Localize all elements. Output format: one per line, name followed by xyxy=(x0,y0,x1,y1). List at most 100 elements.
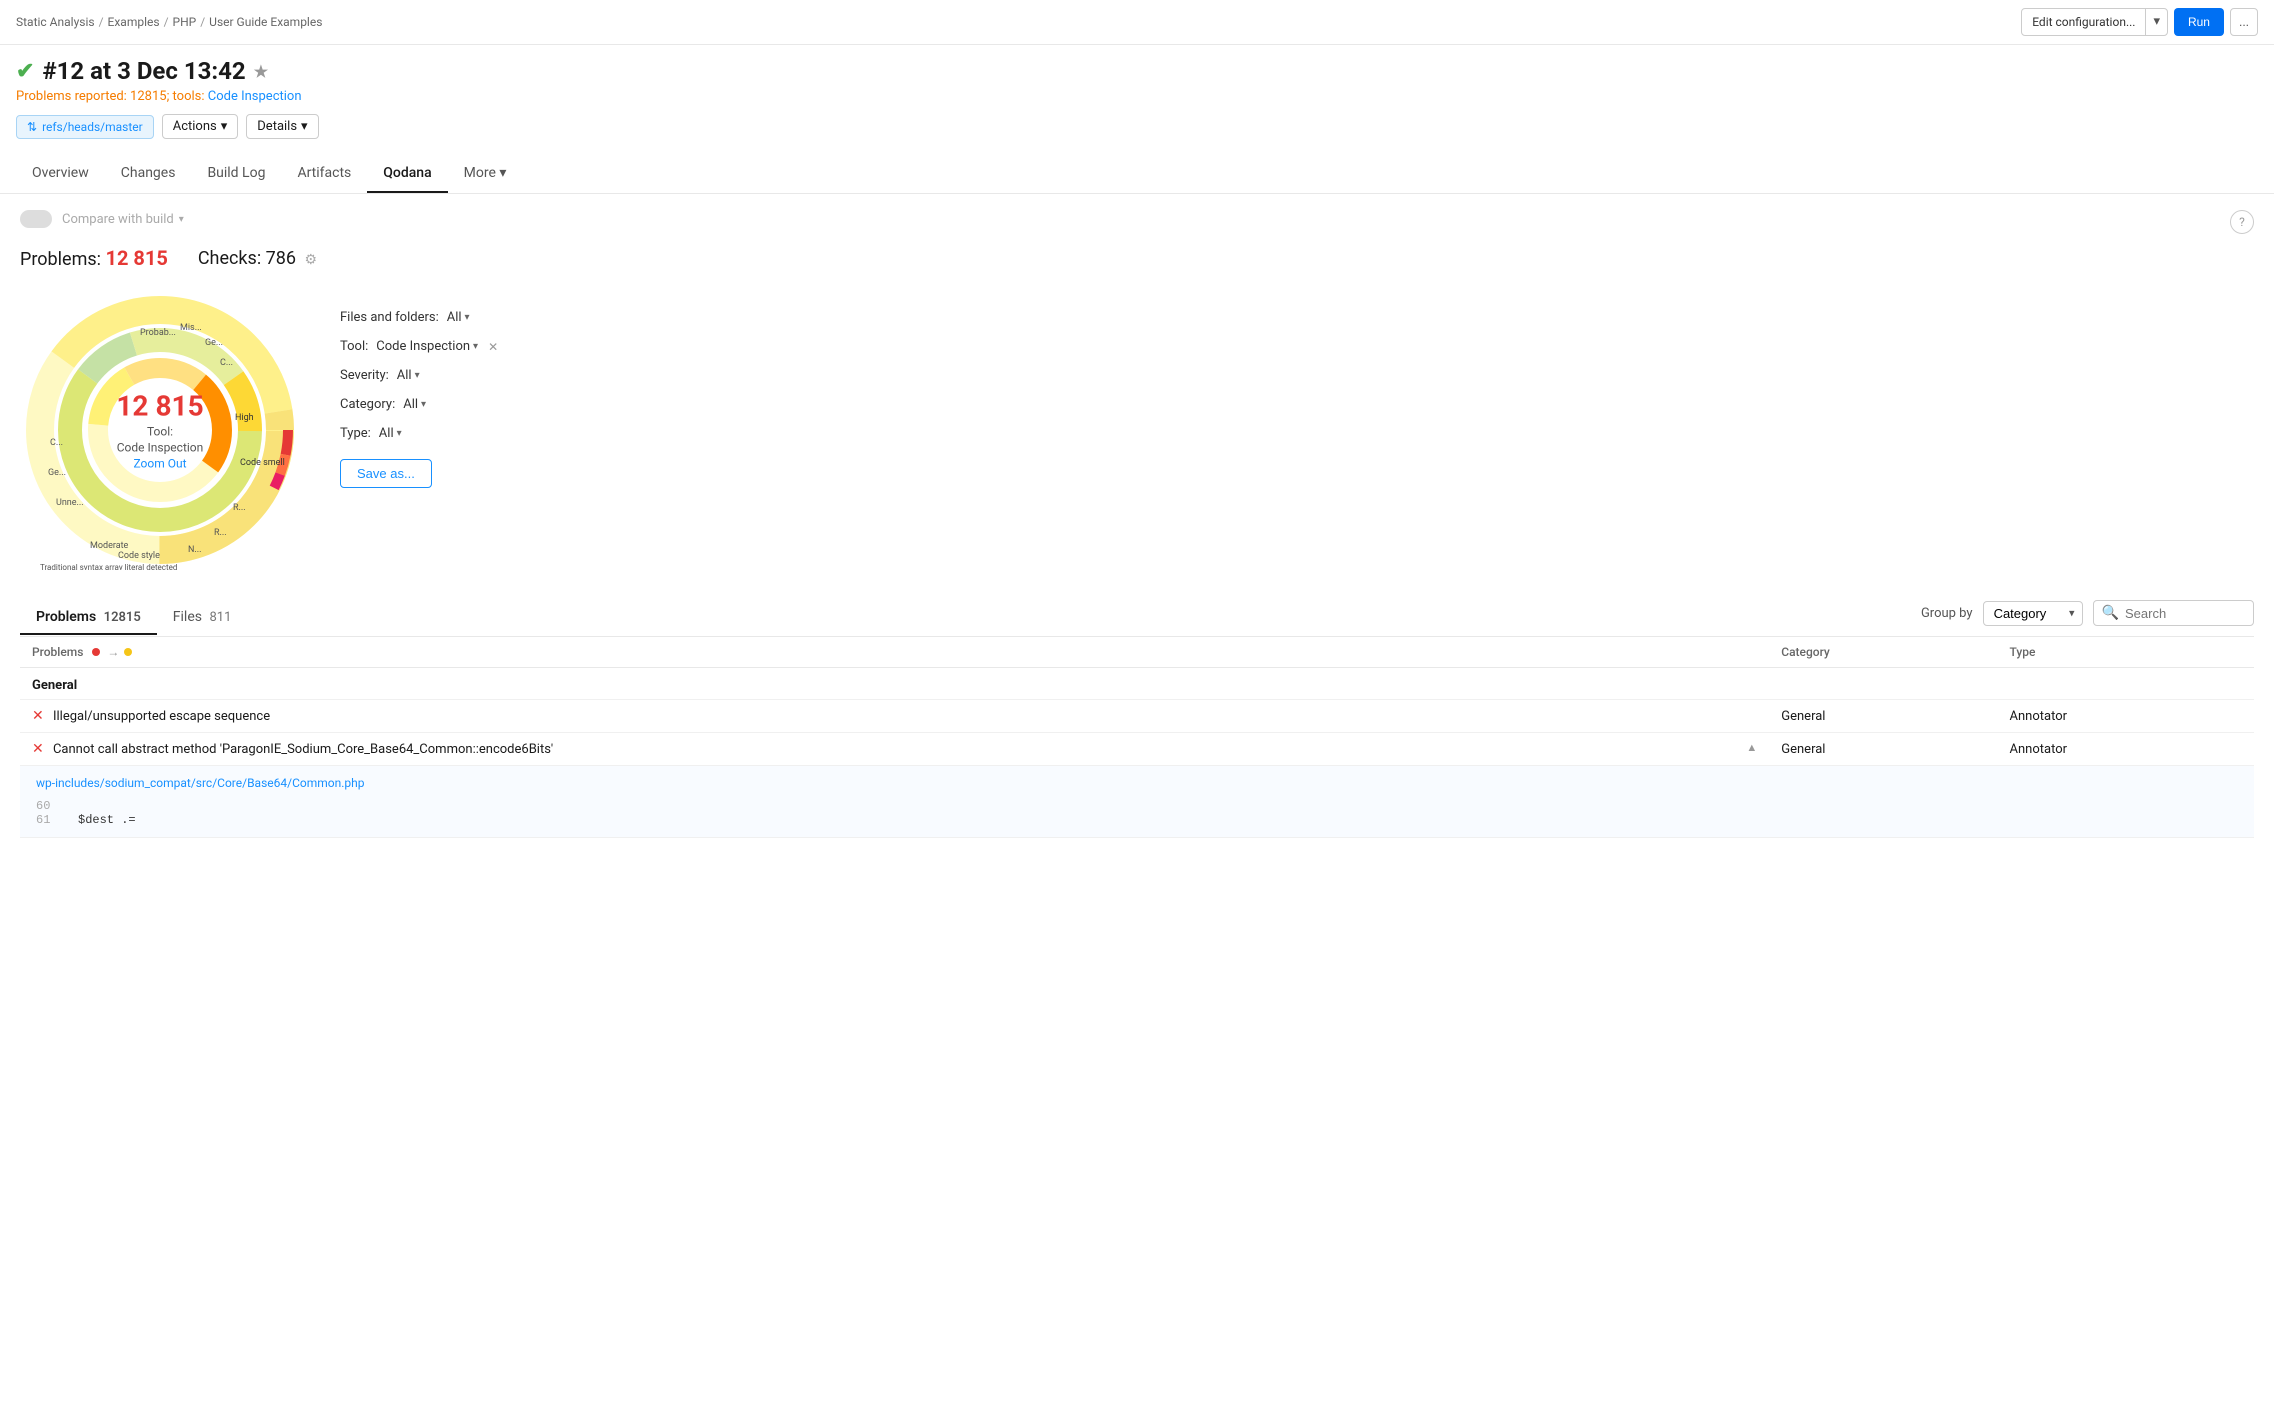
code-file-link[interactable]: wp-includes/sodium_compat/src/Core/Base6… xyxy=(36,776,365,790)
code-line-1: 60 xyxy=(36,799,2238,813)
label-c: C... xyxy=(220,358,233,368)
filter-severity-chevron: ▾ xyxy=(415,370,420,381)
edit-config-button[interactable]: Edit configuration... ▾ xyxy=(2021,8,2168,36)
line-code-2: $dest .= xyxy=(78,813,136,827)
checks-gear-icon[interactable]: ⚙ xyxy=(305,252,318,268)
nav-tabs: Overview Changes Build Log Artifacts Qod… xyxy=(0,155,2274,194)
main-content: Compare with build ▾ Problems: 12 815 Ch… xyxy=(0,194,2274,854)
code-preview-row: wp-includes/sodium_compat/src/Core/Base6… xyxy=(20,766,2254,838)
label-codesmell: Code smell xyxy=(240,458,285,468)
breadcrumb-item-3[interactable]: PHP xyxy=(173,15,197,29)
breadcrumb-sep-1: / xyxy=(99,15,104,29)
tab-problems[interactable]: Problems 12815 xyxy=(20,601,157,635)
label-ge2: Ge... xyxy=(48,468,66,478)
line-num-2: 61 xyxy=(36,813,66,827)
edit-config-label: Edit configuration... xyxy=(2022,8,2145,36)
label-n: N... xyxy=(188,545,202,555)
search-box[interactable]: 🔍 xyxy=(2093,600,2254,626)
code-preview: wp-includes/sodium_compat/src/Core/Base6… xyxy=(20,766,2254,837)
header: ✔ #12 at 3 Dec 13:42 ★ Problems reported… xyxy=(0,45,2274,145)
compare-label[interactable]: Compare with build ▾ xyxy=(62,212,184,227)
details-button[interactable]: Details ▾ xyxy=(246,114,318,139)
help-icon[interactable]: ? xyxy=(2230,210,2254,234)
details-label: Details xyxy=(257,119,297,134)
breadcrumb-sep-2: / xyxy=(164,15,169,29)
group-header-general: General xyxy=(20,668,2254,700)
breadcrumb: Static Analysis / Examples / PHP / User … xyxy=(16,15,322,29)
problems-line: Problems reported: 12815; tools: Code In… xyxy=(16,89,2258,104)
collapse-icon[interactable]: ▲ xyxy=(1746,741,1757,754)
filter-category-row: Category: All ▾ xyxy=(340,397,2254,412)
save-as-button[interactable]: Save as... xyxy=(340,459,432,488)
filter-type-value[interactable]: All ▾ xyxy=(379,426,402,441)
more-button[interactable]: ... xyxy=(2230,8,2258,36)
branch-button[interactable]: ⇅ refs/heads/master xyxy=(16,115,154,139)
donut-svg[interactable]: Mis... Ge... C... Probab... High Code sm… xyxy=(20,290,300,570)
breadcrumb-item-1[interactable]: Static Analysis xyxy=(16,15,95,29)
error-icon-1: ✕ xyxy=(32,708,44,724)
edit-config-dropdown-arrow[interactable]: ▾ xyxy=(2145,8,2167,36)
star-icon[interactable]: ★ xyxy=(254,62,268,81)
filter-tool-value[interactable]: Code Inspection ▾ xyxy=(376,339,478,354)
problems-files-tabs: Problems 12815 Files 811 xyxy=(20,601,247,635)
label-unne: Unne... xyxy=(56,498,84,508)
tab-artifacts[interactable]: Artifacts xyxy=(281,155,367,193)
category-cell-2: General xyxy=(1769,733,1997,766)
search-input[interactable] xyxy=(2125,606,2245,621)
branch-icon: ⇅ xyxy=(27,120,37,134)
tab-files[interactable]: Files 811 xyxy=(157,601,248,635)
label-mis: Mis... xyxy=(180,323,202,333)
filter-category-value[interactable]: All ▾ xyxy=(403,397,426,412)
toggle-slider xyxy=(20,210,52,228)
compare-toggle[interactable] xyxy=(20,210,52,228)
filter-type-row: Type: All ▾ xyxy=(340,426,2254,441)
label-probab: Probab... xyxy=(140,328,176,338)
filter-files-value[interactable]: All ▾ xyxy=(447,310,470,325)
tab-build-log[interactable]: Build Log xyxy=(191,155,281,193)
stats-row: Problems: 12 815 Checks: 786 ⚙ xyxy=(20,246,2254,270)
tab-overview[interactable]: Overview xyxy=(16,155,105,193)
dot-arrow: → xyxy=(107,645,119,659)
code-block: 60 61 $dest .= xyxy=(36,799,2238,827)
col-category: Category xyxy=(1769,637,1997,668)
actions-button[interactable]: Actions ▾ xyxy=(162,114,239,139)
filter-severity-row: Severity: All ▾ xyxy=(340,368,2254,383)
filter-tool-remove[interactable]: ✕ xyxy=(488,340,498,354)
dot-red xyxy=(92,648,100,656)
build-actions: ⇅ refs/heads/master Actions ▾ Details ▾ xyxy=(16,114,2258,139)
filter-panel: Files and folders: All ▾ Tool: Code Insp… xyxy=(340,290,2254,570)
checks-stat: Checks: 786 ⚙ xyxy=(198,248,317,269)
problem-text-2: Cannot call abstract method 'ParagonIE_S… xyxy=(53,742,553,757)
breadcrumb-item-4[interactable]: User Guide Examples xyxy=(209,15,322,29)
build-title-text: #12 at 3 Dec 13:42 xyxy=(42,57,245,85)
tab-changes[interactable]: Changes xyxy=(105,155,192,193)
top-actions: Edit configuration... ▾ Run ... xyxy=(2021,8,2258,36)
filter-severity-value[interactable]: All ▾ xyxy=(397,368,420,383)
details-chevron: ▾ xyxy=(301,119,308,134)
code-inspection-link[interactable]: Code Inspection xyxy=(208,89,302,104)
filter-category-chevron: ▾ xyxy=(421,399,426,410)
tab-qodana[interactable]: Qodana xyxy=(367,155,447,193)
table-row[interactable]: ✕ Illegal/unsupported escape sequence Ge… xyxy=(20,700,2254,733)
line-num-1: 60 xyxy=(36,799,66,813)
filter-type-label: Type: xyxy=(340,426,371,441)
filter-category-label: Category: xyxy=(340,397,395,412)
donut-chart: Mis... Ge... C... Probab... High Code sm… xyxy=(20,290,300,570)
table-body: General ✕ Illegal/unsupported escape seq… xyxy=(20,668,2254,838)
table-row[interactable]: ✕ Cannot call abstract method 'ParagonIE… xyxy=(20,733,2254,766)
problems-stat-value: 12 815 xyxy=(105,246,167,270)
filter-type-chevron: ▾ xyxy=(397,428,402,439)
compare-bar: Compare with build ▾ xyxy=(20,210,2254,228)
table-toolbar: Group by Category Severity Type File 🔍 xyxy=(1921,590,2254,636)
filter-tool-chevron: ▾ xyxy=(473,341,478,352)
tab-files-count: 811 xyxy=(209,610,231,625)
problem-cell-1: ✕ Illegal/unsupported escape sequence xyxy=(20,700,1769,733)
checks-stat-label: Checks: xyxy=(198,248,261,269)
code-line-2: 61 $dest .= xyxy=(36,813,2238,827)
tab-more[interactable]: More ▾ xyxy=(448,155,523,193)
group-by-select[interactable]: Category Severity Type File xyxy=(1983,601,2083,626)
breadcrumb-item-2[interactable]: Examples xyxy=(108,15,160,29)
donut-center-circle xyxy=(112,382,208,478)
more-chevron-icon: ▾ xyxy=(499,165,506,181)
run-button[interactable]: Run xyxy=(2174,8,2224,36)
